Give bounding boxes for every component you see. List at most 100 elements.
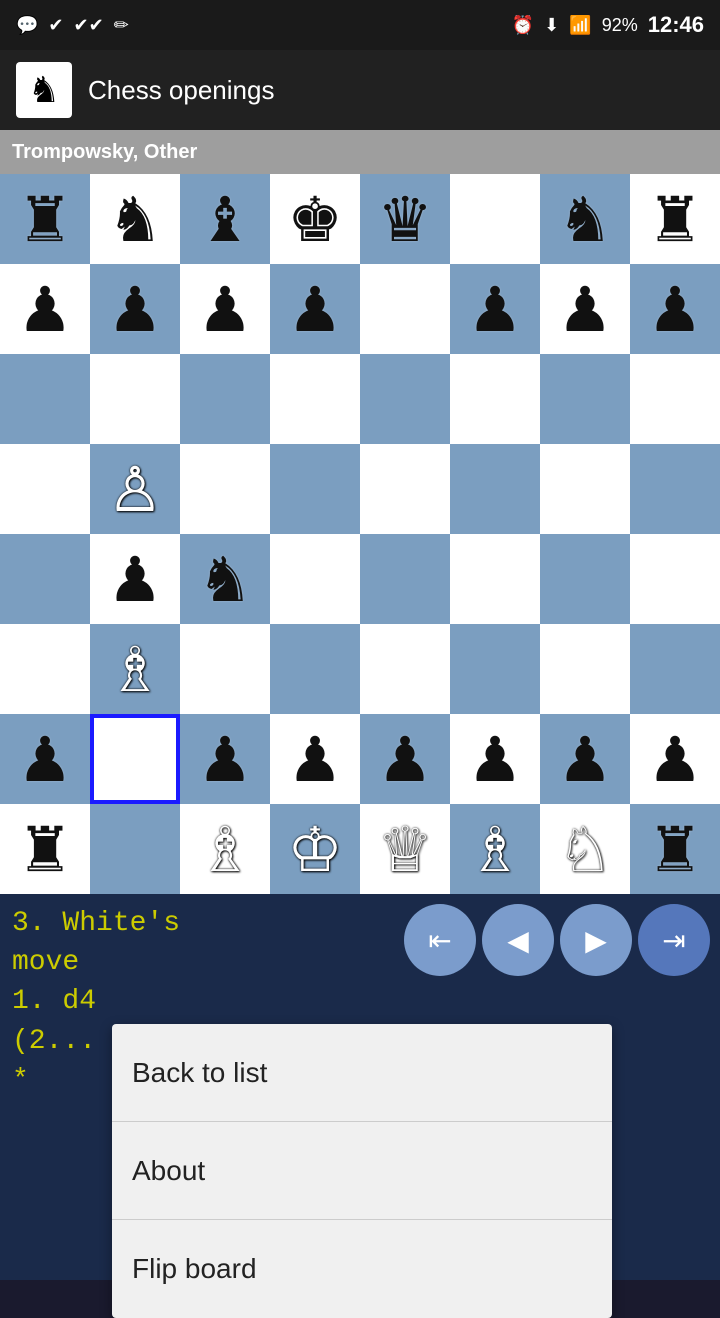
- chess-piece: ♟: [557, 273, 613, 346]
- chess-piece: ♞: [197, 543, 253, 616]
- chess-cell[interactable]: [360, 624, 450, 714]
- chess-cell[interactable]: ♟: [360, 714, 450, 804]
- chess-cell[interactable]: ♔: [270, 804, 360, 894]
- chess-cell[interactable]: [270, 444, 360, 534]
- time-display: 12:46: [648, 12, 704, 38]
- chess-cell[interactable]: ♟: [90, 264, 180, 354]
- chess-piece: ♛: [377, 183, 433, 256]
- chess-cell[interactable]: [360, 354, 450, 444]
- chess-piece: ♟: [17, 723, 73, 796]
- next-move-button[interactable]: ▶: [560, 904, 632, 976]
- chess-cell[interactable]: [0, 624, 90, 714]
- chess-cell[interactable]: ♜: [0, 804, 90, 894]
- double-check-icon: ✔✔: [74, 15, 104, 36]
- chess-piece: ♟: [647, 723, 703, 796]
- chess-cell[interactable]: [450, 174, 540, 264]
- chess-cell[interactable]: [0, 444, 90, 534]
- chess-piece: ♗: [467, 813, 523, 886]
- chess-piece: ♞: [557, 183, 613, 256]
- back-to-list-item[interactable]: Back to list: [112, 1024, 612, 1122]
- chess-cell[interactable]: ♟: [270, 264, 360, 354]
- chess-cell[interactable]: ♗: [90, 624, 180, 714]
- app-icon: ♞: [16, 62, 72, 118]
- nav-buttons: ⇤ ◀ ▶ ⇥: [404, 904, 710, 976]
- chess-cell[interactable]: [90, 804, 180, 894]
- chess-cell[interactable]: ♟: [450, 714, 540, 804]
- chess-cell[interactable]: [360, 264, 450, 354]
- chess-cell[interactable]: ♟: [630, 264, 720, 354]
- chess-cell[interactable]: [630, 534, 720, 624]
- chess-cell[interactable]: [0, 354, 90, 444]
- chess-piece: ♔: [287, 813, 343, 886]
- chess-cell[interactable]: [180, 354, 270, 444]
- chess-cell[interactable]: ♜: [630, 804, 720, 894]
- chess-cell[interactable]: ♟: [180, 714, 270, 804]
- battery-text: 92%: [602, 15, 638, 36]
- chess-cell[interactable]: [540, 354, 630, 444]
- chess-cell[interactable]: ♗: [450, 804, 540, 894]
- chess-cell[interactable]: ♟: [450, 264, 540, 354]
- breadcrumb-text: Trompowsky, Other: [12, 141, 197, 164]
- chess-cell[interactable]: ♟: [90, 534, 180, 624]
- chess-cell[interactable]: ♛: [360, 174, 450, 264]
- chess-cell[interactable]: ♞: [540, 174, 630, 264]
- chess-cell[interactable]: [270, 624, 360, 714]
- chess-piece: ♟: [287, 273, 343, 346]
- breadcrumb: Trompowsky, Other: [0, 130, 720, 174]
- dropdown-menu: Back to list About Flip board: [112, 1024, 612, 1318]
- status-icons-left: 💬 ✔ ✔✔ ✏: [16, 15, 129, 36]
- chess-cell[interactable]: [180, 444, 270, 534]
- chess-cell[interactable]: ♚: [270, 174, 360, 264]
- chess-cell[interactable]: [630, 354, 720, 444]
- chess-cell[interactable]: [0, 534, 90, 624]
- chess-piece: ♕: [377, 813, 433, 886]
- chess-piece: ♝: [197, 183, 253, 256]
- prev-move-button[interactable]: ◀: [482, 904, 554, 976]
- chess-board-container: ♜♞♝♚♛♞♜♟♟♟♟♟♟♟♙♟♞♗♟♟♟♟♟♟♟♜♗♔♕♗♘♜: [0, 174, 720, 894]
- chess-cell[interactable]: [90, 714, 180, 804]
- chess-cell[interactable]: ♘: [540, 804, 630, 894]
- chess-piece: ♘: [557, 813, 613, 886]
- chess-cell[interactable]: [450, 354, 540, 444]
- chess-board: ♜♞♝♚♛♞♜♟♟♟♟♟♟♟♙♟♞♗♟♟♟♟♟♟♟♜♗♔♕♗♘♜: [0, 174, 720, 894]
- chess-cell[interactable]: [450, 444, 540, 534]
- chess-cell[interactable]: ♟: [0, 714, 90, 804]
- chess-piece: ♜: [17, 813, 73, 886]
- chess-cell[interactable]: ♟: [0, 264, 90, 354]
- chess-cell[interactable]: ♞: [90, 174, 180, 264]
- chess-piece: ♟: [467, 723, 523, 796]
- edit-icon: ✏: [114, 15, 129, 36]
- chess-cell[interactable]: ♙: [90, 444, 180, 534]
- flip-board-item[interactable]: Flip board: [112, 1220, 612, 1318]
- chess-cell[interactable]: ♟: [180, 264, 270, 354]
- chess-cell[interactable]: ♟: [630, 714, 720, 804]
- chess-cell[interactable]: ♜: [0, 174, 90, 264]
- chess-cell[interactable]: [360, 534, 450, 624]
- chess-cell[interactable]: ♜: [630, 174, 720, 264]
- chess-cell[interactable]: [180, 624, 270, 714]
- status-bar: 💬 ✔ ✔✔ ✏ ⏰ ⬇ 📶 92% 12:46: [0, 0, 720, 50]
- chess-cell[interactable]: [90, 354, 180, 444]
- chess-cell[interactable]: ♟: [540, 714, 630, 804]
- chess-cell[interactable]: ♝: [180, 174, 270, 264]
- about-item[interactable]: About: [112, 1122, 612, 1220]
- chess-cell[interactable]: [540, 444, 630, 534]
- chess-cell[interactable]: [270, 534, 360, 624]
- chess-cell[interactable]: [450, 534, 540, 624]
- chess-cell[interactable]: [270, 354, 360, 444]
- chess-cell[interactable]: ♟: [540, 264, 630, 354]
- first-move-button[interactable]: ⇤: [404, 904, 476, 976]
- chess-cell[interactable]: ♞: [180, 534, 270, 624]
- chess-cell[interactable]: [630, 444, 720, 534]
- chess-cell[interactable]: [540, 534, 630, 624]
- chess-cell[interactable]: ♟: [270, 714, 360, 804]
- chess-cell[interactable]: ♗: [180, 804, 270, 894]
- chess-cell[interactable]: [360, 444, 450, 534]
- chess-piece: ♜: [647, 183, 703, 256]
- chess-cell[interactable]: [450, 624, 540, 714]
- chess-cell[interactable]: [540, 624, 630, 714]
- chess-cell[interactable]: ♕: [360, 804, 450, 894]
- alarm-icon: ⏰: [512, 15, 534, 36]
- last-move-button[interactable]: ⇥: [638, 904, 710, 976]
- chess-cell[interactable]: [630, 624, 720, 714]
